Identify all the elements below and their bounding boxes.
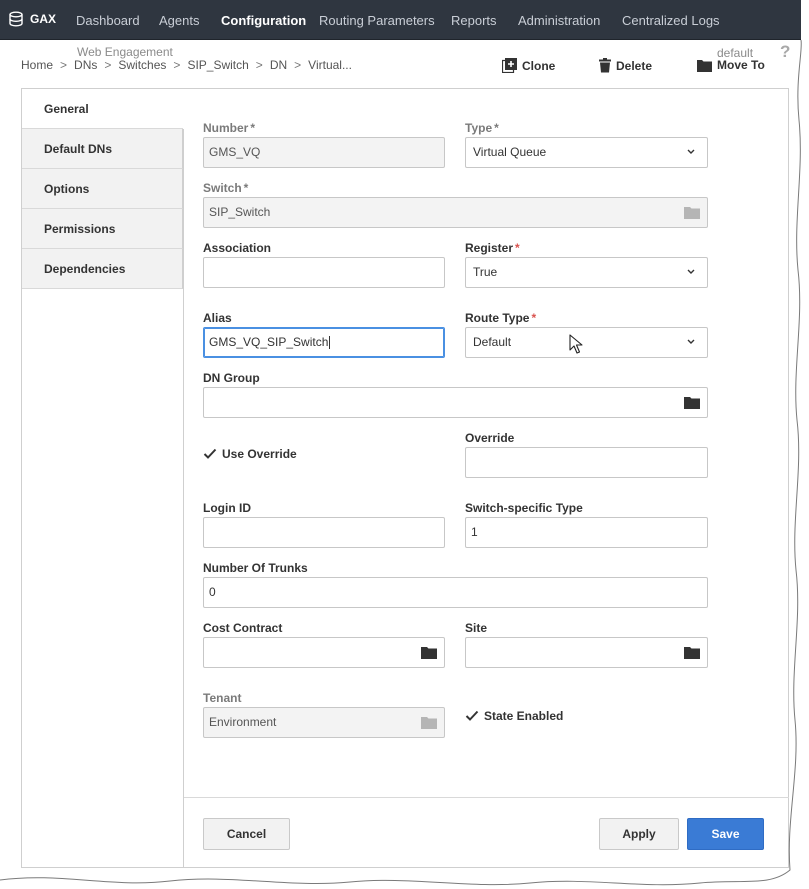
torn-edge-decoration [0, 0, 809, 889]
